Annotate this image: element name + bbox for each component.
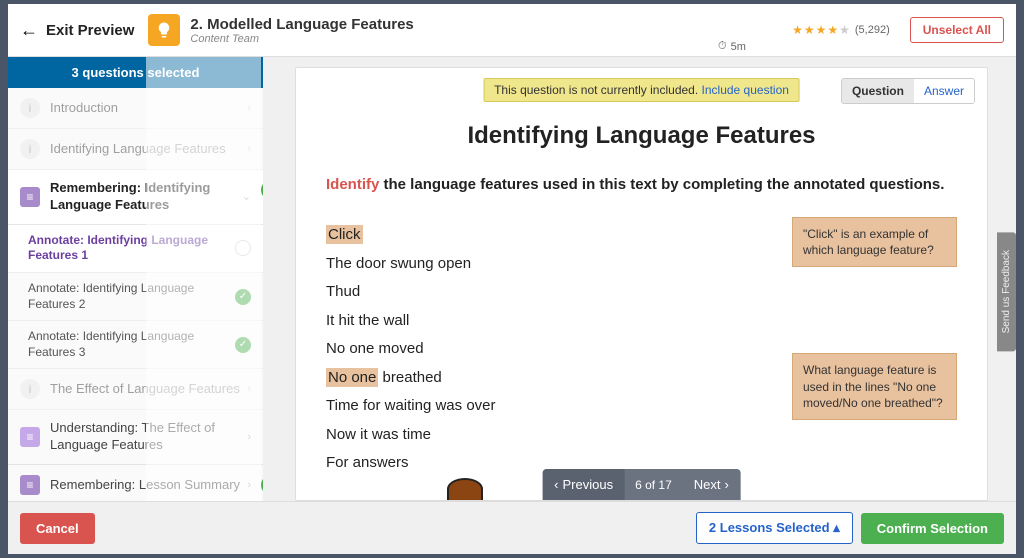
answer-tab[interactable]: Answer	[914, 79, 974, 103]
cancel-button[interactable]: Cancel	[20, 513, 95, 544]
rating-count: (5,292)	[855, 24, 890, 36]
chevron-left-icon: ‹	[554, 477, 558, 492]
lessons-selected-dropdown[interactable]: 2 Lessons Selected ▴	[696, 512, 853, 544]
confirm-selection-button[interactable]: Confirm Selection	[861, 513, 1004, 544]
caret-up-icon: ▴	[833, 520, 840, 535]
highlight-click[interactable]: Click	[326, 225, 363, 244]
rating: ★★★★★ (5,292)	[792, 23, 890, 37]
info-icon: i	[20, 379, 40, 399]
chevron-right-icon: ›	[247, 431, 251, 443]
annotation-box-1[interactable]: "Click" is an example of which language …	[792, 217, 957, 267]
highlight-noone[interactable]: No one	[326, 368, 378, 387]
quiz-icon: ≡	[20, 187, 40, 207]
pager: ‹Previous 6 of 17 Next›	[542, 469, 741, 500]
feedback-tab[interactable]: Send us Feedback	[997, 232, 1016, 351]
nav-identifying[interactable]: i Identifying Language Features ›	[8, 129, 263, 170]
question-tab[interactable]: Question	[842, 79, 914, 103]
chevron-right-icon: ›	[725, 477, 729, 492]
chevron-down-icon: ⌄	[242, 190, 251, 203]
info-icon: i	[20, 98, 40, 118]
poem-text: Click The door swung open Thud It hit th…	[326, 221, 772, 478]
nav-introduction[interactable]: i Introduction ›	[8, 88, 263, 129]
page-position: 6 of 17	[625, 470, 682, 500]
chevron-right-icon: ›	[247, 383, 251, 395]
previous-button[interactable]: ‹Previous	[542, 469, 625, 500]
include-question-link[interactable]: Include question	[702, 83, 789, 97]
nav-remembering-summary[interactable]: ≡ Remembering: Lesson Summary › ✓ 1/1	[8, 465, 263, 501]
inclusion-notice: This question is not currently included.…	[483, 78, 800, 102]
qa-toggle[interactable]: Question Answer	[841, 78, 975, 104]
quiz-icon: ≡	[20, 475, 40, 495]
chevron-right-icon: ›	[247, 102, 251, 114]
chevron-right-icon: ›	[247, 479, 251, 491]
back-arrow-icon[interactable]: ←	[20, 20, 38, 41]
stars-icon: ★★★★★	[792, 23, 851, 37]
check-icon[interactable]: ✓	[235, 289, 251, 305]
annotation-box-2[interactable]: What language feature is used in the lin…	[792, 353, 957, 420]
stopwatch-icon: ⏱	[718, 40, 727, 53]
exit-preview-button[interactable]: Exit Preview	[46, 22, 134, 39]
instruction: Identify the language features used in t…	[326, 176, 957, 193]
lesson-icon	[148, 14, 180, 46]
questions-selected-banner: 3 questions selected	[8, 57, 263, 88]
chevron-right-icon: ›	[247, 143, 251, 155]
next-button[interactable]: Next›	[682, 469, 741, 500]
nav-understanding-effect[interactable]: ≡ Understanding: The Effect of Language …	[8, 410, 263, 465]
sub-annotate-2[interactable]: Annotate: Identifying Language Features …	[8, 273, 263, 321]
nav-effect[interactable]: i The Effect of Language Features ›	[8, 369, 263, 410]
sub-annotate-3[interactable]: Annotate: Identifying Language Features …	[8, 321, 263, 369]
avatar-icon	[447, 478, 483, 500]
check-icon[interactable]: ✓	[235, 337, 251, 353]
nav-remembering-identifying[interactable]: ≡ Remembering: Identifying Language Feat…	[8, 170, 263, 225]
info-icon: i	[20, 139, 40, 159]
lesson-title: 2. Modelled Language Features	[190, 16, 792, 33]
lesson-author: Content Team	[190, 33, 792, 45]
unchecked-icon[interactable]	[235, 240, 251, 256]
quiz-icon: ≡	[20, 427, 40, 447]
sub-annotate-1[interactable]: Annotate: Identifying Language Features …	[8, 225, 263, 273]
content-title: Identifying Language Features	[326, 122, 957, 150]
unselect-all-button[interactable]: Unselect All	[910, 17, 1004, 43]
duration: ⏱ 5m	[718, 40, 746, 53]
